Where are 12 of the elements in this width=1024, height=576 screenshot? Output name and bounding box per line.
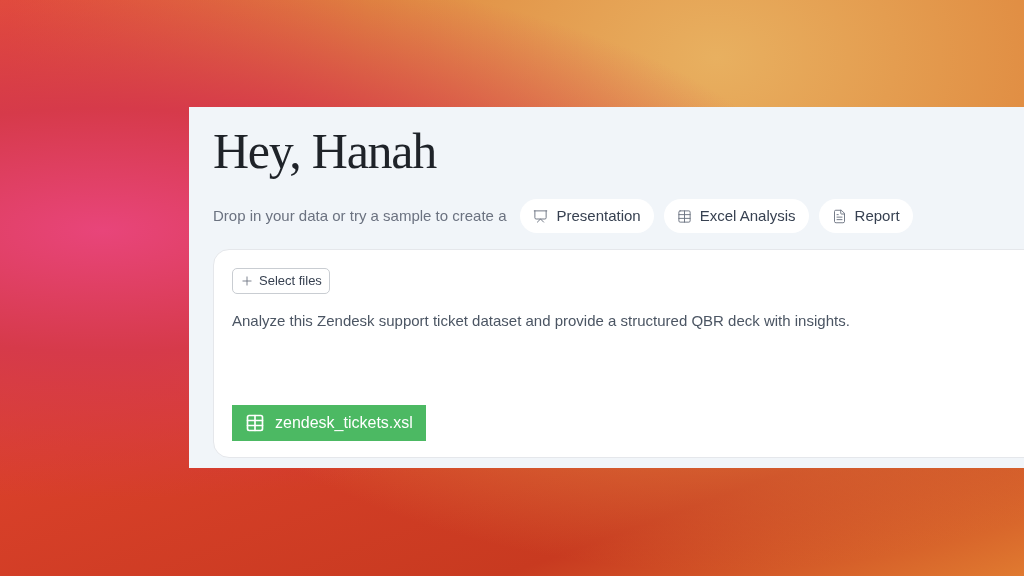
select-files-button[interactable]: Select files xyxy=(232,268,330,294)
table-icon xyxy=(676,208,692,224)
intro-text: Drop in your data or try a sample to create a xyxy=(213,205,507,226)
table-icon xyxy=(245,412,265,433)
prompt-text: Analyze this Zendesk support ticket dataset and provide a structured QBR deck with insights. xyxy=(232,311,850,331)
presentation-icon xyxy=(533,208,549,224)
sample-chip[interactable]: Excel Analysis xyxy=(663,199,809,233)
sample-chip[interactable]: Presentation xyxy=(520,199,654,233)
greeting-heading: Hey, Hanah xyxy=(213,122,438,181)
document-icon xyxy=(831,208,847,224)
sample-chip[interactable]: Report xyxy=(818,199,913,233)
plus-icon xyxy=(240,274,254,288)
